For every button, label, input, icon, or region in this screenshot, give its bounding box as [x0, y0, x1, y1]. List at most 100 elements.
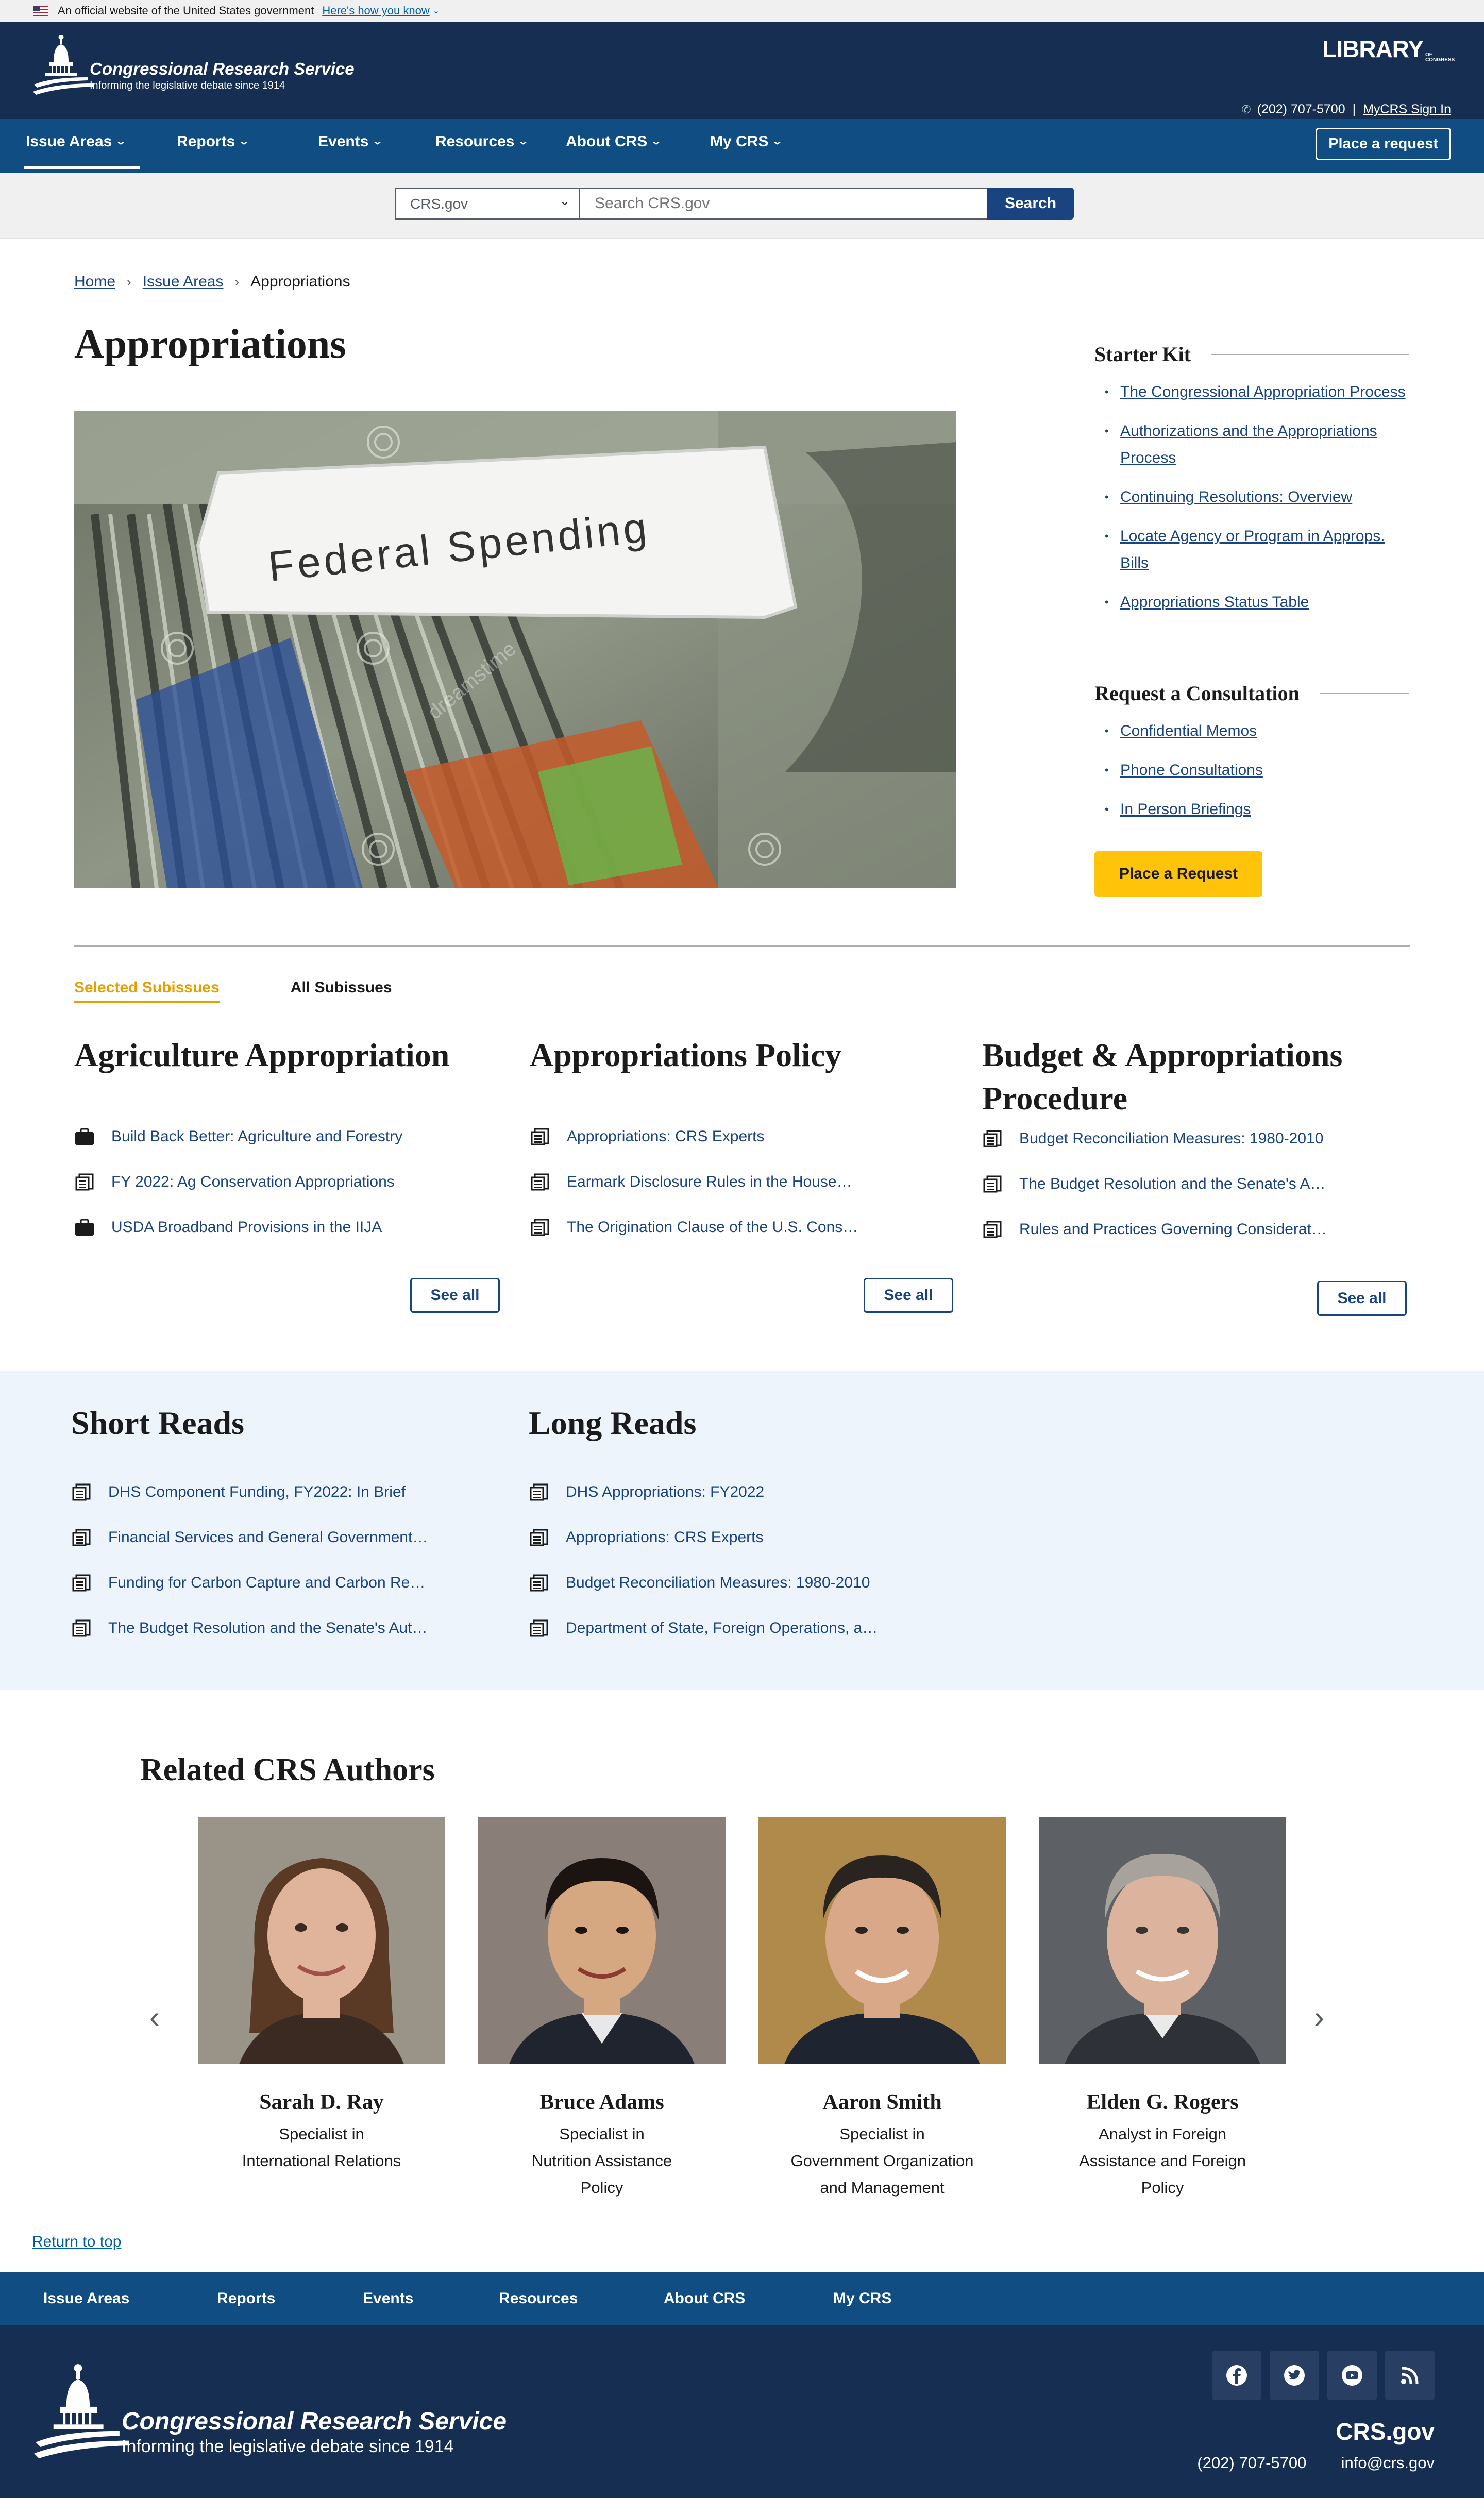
- document-link[interactable]: Build Back Better: Agriculture and Fores…: [111, 1128, 402, 1145]
- mycrs-sign-in-link[interactable]: MyCRS Sign In: [1363, 102, 1451, 117]
- author-photo[interactable]: [1039, 1817, 1286, 2064]
- list-item[interactable]: FY 2022: Ag Conservation Appropriations: [74, 1159, 507, 1205]
- author-photo[interactable]: [198, 1817, 445, 2064]
- document-link[interactable]: Appropriations: CRS Experts: [566, 1529, 764, 1546]
- gov-banner: An official website of the United States…: [0, 0, 1484, 22]
- author-card[interactable]: Elden G. Rogers Analyst in Foreign Assis…: [1039, 1817, 1286, 2201]
- footer-nav-events[interactable]: Events: [363, 2290, 413, 2307]
- document-link[interactable]: Financial Services and General Governmen…: [108, 1529, 428, 1546]
- document-link[interactable]: DHS Appropriations: FY2022: [566, 1483, 764, 1501]
- nav-label: My CRS: [710, 133, 769, 150]
- consultation-item: Confidential Memos: [1094, 718, 1409, 745]
- document-link[interactable]: The Origination Clause of the U.S. Cons…: [567, 1219, 858, 1236]
- starter-kit-item: Continuing Resolutions: Overview: [1094, 484, 1409, 511]
- document-link[interactable]: USDA Broadband Provisions in the IIJA: [111, 1219, 382, 1236]
- footer-nav-my-crs[interactable]: My CRS: [833, 2290, 891, 2307]
- carousel-prev-arrow-icon[interactable]: ‹: [149, 1999, 160, 2035]
- rss-icon[interactable]: [1385, 2351, 1435, 2400]
- author-card[interactable]: Sarah D. Ray Specialist in International…: [198, 1817, 445, 2174]
- list-item[interactable]: Budget Reconciliation Measures: 1980-201…: [982, 1116, 1410, 1161]
- breadcrumb-home[interactable]: Home: [74, 273, 115, 291]
- list-item[interactable]: Earmark Disclosure Rules in the House…: [530, 1159, 963, 1205]
- document-link[interactable]: The Budget Resolution and the Senate's A…: [1019, 1175, 1325, 1193]
- twitter-icon[interactable]: [1270, 2351, 1319, 2400]
- breadcrumb-issue-areas[interactable]: Issue Areas: [143, 273, 224, 291]
- list-item[interactable]: Rules and Practices Governing Considerat…: [982, 1207, 1410, 1252]
- chevron-down-icon[interactable]: ⌄: [433, 6, 440, 16]
- youtube-icon[interactable]: [1327, 2351, 1377, 2400]
- list-item[interactable]: Budget Reconciliation Measures: 1980-201…: [529, 1560, 962, 1606]
- list-item[interactable]: The Budget Resolution and the Senate's A…: [982, 1161, 1410, 1207]
- list-item[interactable]: Build Back Better: Agriculture and Fores…: [74, 1114, 507, 1159]
- library-of-congress-logo[interactable]: LIBRARY OF CONGRESS: [1322, 35, 1455, 63]
- search-button[interactable]: Search: [987, 188, 1074, 220]
- see-all-button[interactable]: See all: [410, 1278, 500, 1313]
- starter-kit-link[interactable]: Appropriations Status Table: [1120, 594, 1309, 611]
- return-to-top-link[interactable]: Return to top: [32, 2233, 121, 2251]
- search-input[interactable]: [579, 188, 988, 220]
- document-link[interactable]: The Budget Resolution and the Senate's A…: [108, 1619, 427, 1637]
- chevron-down-icon: ⌄: [372, 136, 383, 146]
- starter-kit-link[interactable]: Locate Agency or Program in Approps. Bil…: [1120, 528, 1385, 571]
- author-photo[interactable]: [758, 1817, 1006, 2064]
- document-link[interactable]: Budget Reconciliation Measures: 1980-201…: [1019, 1130, 1323, 1147]
- nav-events[interactable]: Events ⌄: [318, 133, 383, 150]
- footer-nav: Issue Areas Reports Events Resources Abo…: [0, 2272, 1484, 2325]
- nav-my-crs[interactable]: My CRS ⌄: [710, 133, 783, 150]
- nav-issue-areas[interactable]: Issue Areas ⌄: [23, 133, 141, 169]
- author-name: Bruce Adams: [539, 2090, 664, 2114]
- starter-kit-link[interactable]: Authorizations and the Appropriations Pr…: [1120, 423, 1377, 466]
- starter-kit-link[interactable]: Continuing Resolutions: Overview: [1120, 488, 1352, 505]
- author-card[interactable]: Bruce Adams Specialist in Nutrition Assi…: [478, 1817, 726, 2201]
- author-photo[interactable]: [478, 1817, 726, 2064]
- list-item[interactable]: Funding for Carbon Capture and Carbon Re…: [71, 1560, 504, 1606]
- list-item[interactable]: DHS Component Funding, FY2022: In Brief: [71, 1470, 504, 1515]
- carousel-next-arrow-icon[interactable]: ›: [1314, 1999, 1324, 2035]
- nav-about-crs[interactable]: About CRS ⌄: [566, 133, 662, 150]
- subissue-column: Agriculture Appropriation Build Back Bet…: [74, 1034, 507, 1250]
- author-card[interactable]: Aaron Smith Specialist in Government Org…: [758, 1817, 1006, 2201]
- list-item[interactable]: Appropriations: CRS Experts: [530, 1114, 963, 1159]
- document-link[interactable]: Funding for Carbon Capture and Carbon Re…: [108, 1574, 425, 1592]
- crs-logo[interactable]: Congressional Research Service Informing…: [31, 34, 355, 99]
- nav-resources[interactable]: Resources ⌄: [435, 133, 529, 150]
- footer-logo[interactable]: Congressional Research Service Informing…: [31, 2356, 507, 2472]
- heres-how-you-know-link[interactable]: Here's how you know: [322, 4, 429, 18]
- list-item[interactable]: DHS Appropriations: FY2022: [529, 1470, 962, 1515]
- facebook-icon[interactable]: [1212, 2351, 1261, 2400]
- tab-all-subissues[interactable]: All Subissues: [291, 979, 392, 1003]
- nav-reports[interactable]: Reports ⌄: [177, 133, 249, 150]
- list-item[interactable]: Appropriations: CRS Experts: [529, 1515, 962, 1560]
- consultation-link[interactable]: Phone Consultations: [1120, 762, 1263, 779]
- consultation-link[interactable]: Confidential Memos: [1120, 722, 1257, 739]
- footer-site-name[interactable]: CRS.gov: [1336, 2418, 1435, 2445]
- document-link[interactable]: Rules and Practices Governing Considerat…: [1019, 1221, 1327, 1238]
- footer-nav-issue-areas[interactable]: Issue Areas: [43, 2290, 129, 2307]
- place-a-request-button[interactable]: Place a Request: [1094, 851, 1262, 897]
- starter-kit-link[interactable]: The Congressional Appropriation Process: [1120, 383, 1406, 400]
- list-item[interactable]: The Origination Clause of the U.S. Cons…: [530, 1205, 963, 1250]
- consultation-link[interactable]: In Person Briefings: [1120, 801, 1251, 818]
- tab-selected-subissues[interactable]: Selected Subissues: [74, 979, 220, 1003]
- footer-email[interactable]: info@crs.gov: [1341, 2454, 1435, 2472]
- list-item[interactable]: Department of State, Foreign Operations,…: [529, 1606, 962, 1651]
- list-item[interactable]: USDA Broadband Provisions in the IIJA: [74, 1205, 507, 1250]
- footer-nav-resources[interactable]: Resources: [499, 2290, 578, 2307]
- place-request-button[interactable]: Place a request: [1316, 128, 1451, 160]
- see-all-button[interactable]: See all: [1317, 1281, 1407, 1316]
- list-item[interactable]: The Budget Resolution and the Senate's A…: [71, 1606, 504, 1651]
- document-link[interactable]: FY 2022: Ag Conservation Appropriations: [111, 1173, 395, 1191]
- footer-nav-reports[interactable]: Reports: [217, 2290, 275, 2307]
- list-item[interactable]: Financial Services and General Governmen…: [71, 1515, 504, 1560]
- document-link[interactable]: DHS Component Funding, FY2022: In Brief: [108, 1483, 406, 1501]
- document-link[interactable]: Department of State, Foreign Operations,…: [566, 1619, 878, 1637]
- document-link[interactable]: Appropriations: CRS Experts: [567, 1128, 765, 1145]
- document-link[interactable]: Earmark Disclosure Rules in the House…: [567, 1173, 852, 1191]
- footer-brand-name: Congressional Research Service: [122, 2408, 507, 2435]
- subissue-column: Appropriations Policy Appropriations: CR…: [530, 1034, 963, 1250]
- document-link[interactable]: Budget Reconciliation Measures: 1980-201…: [566, 1574, 870, 1592]
- search-scope-select[interactable]: CRS.gov ⌄: [395, 188, 580, 220]
- starter-kit-item: Authorizations and the Appropriations Pr…: [1094, 418, 1409, 471]
- footer-nav-about-crs[interactable]: About CRS: [664, 2290, 745, 2307]
- see-all-button[interactable]: See all: [864, 1278, 953, 1313]
